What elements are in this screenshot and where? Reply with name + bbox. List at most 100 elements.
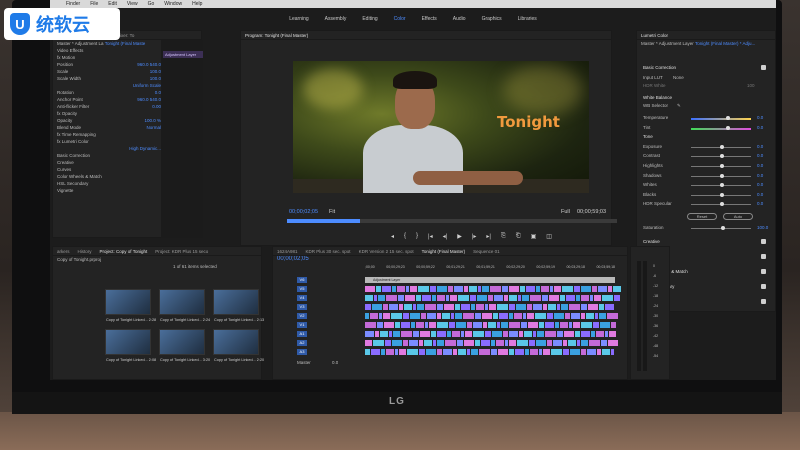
- timeline-clip[interactable]: [437, 313, 441, 319]
- slider-knob[interactable]: [720, 144, 724, 149]
- timeline-clip[interactable]: [432, 295, 436, 301]
- timeline-clip[interactable]: [490, 286, 501, 292]
- timeline-clip[interactable]: [596, 331, 604, 337]
- timeline-clip[interactable]: [445, 340, 456, 346]
- timeline-clip[interactable]: [450, 295, 457, 301]
- timeline-clip[interactable]: [509, 295, 517, 301]
- effect-row[interactable]: Anchor Point 960.0 540.0: [57, 96, 161, 103]
- effect-row[interactable]: Vignette: [57, 187, 161, 194]
- slider-value[interactable]: 0.0: [757, 163, 763, 168]
- timeline-clip[interactable]: [488, 322, 496, 328]
- timeline-clip[interactable]: [569, 322, 572, 328]
- workspace-tab[interactable]: Assembly: [325, 16, 347, 22]
- slider-knob[interactable]: [720, 202, 724, 207]
- timeline-clip[interactable]: [592, 286, 597, 292]
- tab-lumetri-color[interactable]: Lumetri Color: [641, 33, 668, 38]
- timeline-clip[interactable]: [381, 349, 385, 355]
- timeline-clip[interactable]: [529, 340, 535, 346]
- slider-value[interactable]: 0.0: [757, 153, 763, 158]
- timeline-clip[interactable]: [392, 286, 396, 292]
- timeline-clip[interactable]: [492, 331, 502, 337]
- effect-row[interactable]: Scale 100.0: [57, 68, 161, 75]
- timeline-clip[interactable]: [523, 313, 526, 319]
- effect-row[interactable]: HSL Secondary: [57, 180, 161, 187]
- timeline-clip[interactable]: [371, 349, 380, 355]
- timeline-clip[interactable]: [365, 322, 376, 328]
- timeline-clip[interactable]: [607, 313, 618, 319]
- timeline-clip[interactable]: [509, 331, 518, 337]
- timeline-clip[interactable]: [553, 340, 562, 346]
- slider[interactable]: [691, 144, 751, 149]
- timeline-clip[interactable]: [557, 331, 563, 337]
- timeline-clip[interactable]: [458, 295, 469, 301]
- timeline-clip[interactable]: [597, 349, 601, 355]
- timeline-clip[interactable]: [501, 322, 508, 328]
- timeline-clip[interactable]: [571, 313, 580, 319]
- timeline-clip[interactable]: [561, 304, 568, 310]
- enable-checkbox[interactable]: [761, 269, 766, 274]
- project-tab[interactable]: Project: KDR Plus 15 seco: [155, 249, 208, 254]
- timeline-clip[interactable]: [509, 286, 519, 292]
- timeline-clip[interactable]: [365, 304, 371, 310]
- timeline-clip[interactable]: [499, 313, 508, 319]
- timeline-clip[interactable]: [431, 331, 436, 337]
- slider-value[interactable]: 0.0: [757, 144, 763, 149]
- timeline-clip[interactable]: [581, 286, 591, 292]
- timeline-clip[interactable]: [457, 340, 463, 346]
- effect-row[interactable]: Video Effects: [57, 47, 161, 54]
- slider-value[interactable]: 0.0: [757, 173, 763, 178]
- timeline-clip[interactable]: [411, 322, 415, 328]
- timeline-clip[interactable]: [376, 286, 381, 292]
- timeline-clip[interactable]: [518, 295, 521, 301]
- timeline-clip[interactable]: [393, 331, 400, 337]
- slider-knob[interactable]: [720, 164, 724, 168]
- timeline-clip[interactable]: [599, 304, 604, 310]
- timeline-clip[interactable]: [365, 349, 370, 355]
- timeline-clip[interactable]: [429, 322, 436, 328]
- program-scrubber[interactable]: [287, 219, 617, 223]
- timeline-clip[interactable]: [581, 304, 587, 310]
- timeline-clip[interactable]: [554, 313, 564, 319]
- timeline-clip[interactable]: [380, 331, 388, 337]
- timeline-clip[interactable]: [437, 286, 447, 292]
- timeline-clip[interactable]: [453, 349, 457, 355]
- timeline-clip[interactable]: [535, 313, 546, 319]
- slider[interactable]: [691, 202, 751, 207]
- timeline-clip[interactable]: [406, 286, 409, 292]
- timeline-clip[interactable]: [560, 322, 568, 328]
- timeline-clip[interactable]: [600, 322, 610, 328]
- timeline-clip[interactable]: [601, 340, 607, 346]
- timeline-clip[interactable]: [568, 340, 576, 346]
- timeline-clip[interactable]: [461, 331, 464, 337]
- project-tab[interactable]: History: [78, 249, 92, 254]
- timeline-clip[interactable]: [545, 322, 554, 328]
- timeline-clip[interactable]: [527, 313, 534, 319]
- timeline-clip[interactable]: [383, 313, 390, 319]
- timeline-clip[interactable]: [593, 322, 599, 328]
- timeline-clip[interactable]: [386, 349, 394, 355]
- timeline-clip[interactable]: [581, 340, 588, 346]
- slider[interactable]: [691, 183, 751, 188]
- menu-item[interactable]: View: [127, 1, 138, 7]
- input-lut-select[interactable]: None: [673, 75, 684, 80]
- slider-knob[interactable]: [725, 116, 730, 120]
- adjustment-layer-clip[interactable]: Adjustment Layer: [365, 277, 615, 283]
- timeline-clip[interactable]: [509, 304, 515, 310]
- timeline-clip[interactable]: [392, 340, 402, 346]
- timeline-clip[interactable]: [482, 286, 489, 292]
- timeline-clip[interactable]: [488, 295, 493, 301]
- timeline-clip[interactable]: [467, 349, 470, 355]
- timeline-clip[interactable]: [424, 340, 432, 346]
- effect-row[interactable]: Curves: [57, 166, 161, 173]
- timeline-clip[interactable]: [524, 331, 532, 337]
- timeline-clip[interactable]: [475, 340, 480, 346]
- timeline-clip[interactable]: [427, 313, 436, 319]
- timeline-clip[interactable]: [536, 340, 546, 346]
- clip-thumbnail[interactable]: Copy of Tonight Linked... 2:24: [159, 289, 210, 322]
- timeline-clip[interactable]: [594, 295, 601, 301]
- timeline-tab[interactable]: Sequence 01: [473, 249, 500, 254]
- track-label[interactable]: V4: [297, 295, 307, 301]
- timeline-clip[interactable]: [482, 313, 492, 319]
- effect-row[interactable]: Opacity 100.0 %: [57, 117, 161, 124]
- slider-value[interactable]: 0.0: [757, 201, 763, 206]
